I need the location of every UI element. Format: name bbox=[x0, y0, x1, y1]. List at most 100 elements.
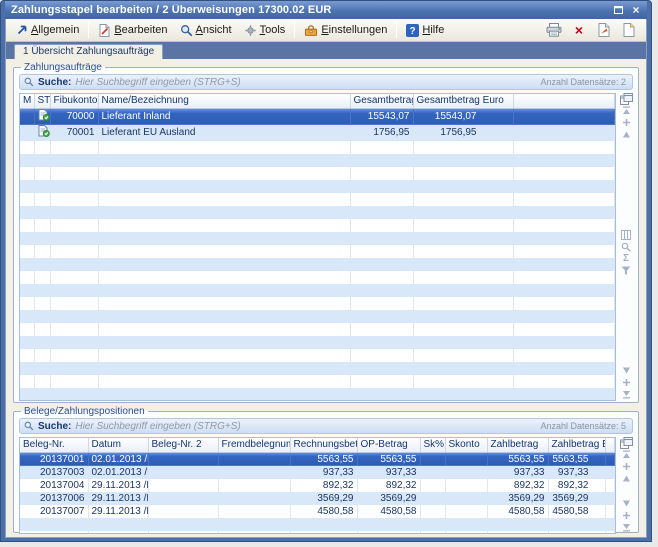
sum-button[interactable]: Σ bbox=[621, 254, 632, 263]
cell bbox=[413, 336, 513, 349]
table-row[interactable]: 2013700629.11.2013 /Fr3569,293569,293569… bbox=[20, 492, 615, 505]
go-next-button[interactable] bbox=[621, 366, 632, 375]
go-previous-button[interactable] bbox=[621, 474, 632, 483]
column-header[interactable]: Sk% bbox=[420, 438, 445, 452]
table-row[interactable] bbox=[20, 362, 615, 375]
new-button[interactable] bbox=[620, 22, 638, 38]
cell bbox=[20, 206, 34, 219]
zoom-button[interactable] bbox=[621, 242, 632, 251]
insert-row-button[interactable] bbox=[621, 462, 632, 471]
cell bbox=[350, 323, 413, 336]
table-row[interactable] bbox=[20, 154, 615, 167]
insert-row-button[interactable] bbox=[621, 511, 632, 520]
search-bar-auftraege[interactable]: Suche: Anzahl Datensätze: 2 bbox=[19, 74, 633, 90]
table-row[interactable] bbox=[20, 141, 615, 154]
cell bbox=[98, 219, 350, 232]
go-first-button[interactable] bbox=[621, 450, 632, 459]
column-header[interactable]: OP-Betrag bbox=[357, 438, 420, 452]
column-header[interactable]: Name/Bezeichnung bbox=[98, 94, 350, 108]
table-row[interactable]: 70001Lieferant EU Ausland1756,951756,95 bbox=[20, 125, 615, 141]
table-row[interactable] bbox=[20, 167, 615, 180]
go-last-button[interactable] bbox=[621, 523, 632, 532]
table-row[interactable] bbox=[20, 180, 615, 193]
column-header[interactable]: Datum bbox=[88, 438, 148, 452]
column-chooser-button[interactable] bbox=[621, 94, 632, 103]
cell bbox=[34, 180, 50, 193]
column-header[interactable]: Gesamtbetrag bbox=[350, 94, 413, 108]
menu-hilfe[interactable]: ?Hilfe bbox=[400, 21, 450, 40]
table-row[interactable] bbox=[20, 323, 615, 336]
cell: 20137003 bbox=[20, 466, 88, 479]
cell bbox=[98, 167, 350, 180]
print-button[interactable] bbox=[545, 22, 563, 38]
menu-einstellungen[interactable]: Einstellungen bbox=[298, 21, 393, 40]
search-input-auftraege[interactable] bbox=[75, 77, 536, 88]
table-row[interactable] bbox=[20, 518, 615, 531]
search-bar-positionen[interactable]: Suche: Anzahl Datensätze: 5 bbox=[19, 418, 633, 434]
cell bbox=[20, 271, 34, 284]
column-header[interactable]: Zahlbetrag bbox=[487, 438, 548, 452]
menu-ansicht[interactable]: Ansicht bbox=[174, 21, 238, 40]
table-row[interactable] bbox=[20, 219, 615, 232]
menu-allgemein[interactable]: Allgemein bbox=[10, 21, 85, 39]
table-row[interactable] bbox=[20, 284, 615, 297]
menu-tools[interactable]: Tools bbox=[238, 21, 292, 40]
tab-uebersicht-zahlungsauftraege[interactable]: 1 Übersicht Zahlungsaufträge bbox=[14, 44, 163, 59]
table-row[interactable] bbox=[20, 375, 615, 388]
column-header[interactable]: Beleg-Nr. bbox=[20, 438, 88, 452]
table-row[interactable]: 2013700729.11.2013 /Fr4580,584580,584580… bbox=[20, 505, 615, 518]
column-header[interactable]: Gesamtbetrag Euro bbox=[413, 94, 513, 108]
go-previous-button[interactable] bbox=[621, 130, 632, 139]
insert-row-button[interactable] bbox=[621, 118, 632, 127]
column-header[interactable]: Rechnungsbetrag bbox=[290, 438, 357, 452]
table-row[interactable]: 2013700102.01.2013 /Mi5563,555563,555563… bbox=[20, 452, 615, 466]
cell bbox=[445, 531, 487, 535]
cell bbox=[148, 518, 218, 531]
column-header[interactable]: Zahlbetrag Euro bbox=[548, 438, 605, 452]
table-row[interactable] bbox=[20, 401, 615, 402]
export-button[interactable] bbox=[595, 22, 613, 38]
column-header[interactable]: Skonto bbox=[445, 438, 487, 452]
table-row[interactable] bbox=[20, 310, 615, 323]
table-row[interactable] bbox=[20, 349, 615, 362]
column-header[interactable]: Fremdbelegnummer bbox=[218, 438, 290, 452]
cell: 5563,55 bbox=[487, 452, 548, 466]
table-row[interactable]: 70000Lieferant Inland15543,0715543,07 bbox=[20, 108, 615, 125]
cell bbox=[148, 466, 218, 479]
table-row[interactable] bbox=[20, 271, 615, 284]
column-header[interactable]: Fibukonto bbox=[50, 94, 98, 108]
filter-button[interactable] bbox=[621, 266, 632, 275]
table-row[interactable] bbox=[20, 297, 615, 310]
table-row[interactable] bbox=[20, 388, 615, 401]
cell-filler bbox=[513, 258, 615, 271]
table-row[interactable]: 2013700302.01.2013 /Mi937,33937,33937,33… bbox=[20, 466, 615, 479]
table-row[interactable] bbox=[20, 336, 615, 349]
cell bbox=[350, 154, 413, 167]
table-row[interactable] bbox=[20, 531, 615, 535]
table-row[interactable] bbox=[20, 232, 615, 245]
go-next-button[interactable] bbox=[621, 499, 632, 508]
maximize-button[interactable] bbox=[610, 3, 626, 17]
column-header[interactable]: Beleg-Nr. 2 bbox=[148, 438, 218, 452]
search-input-positionen[interactable] bbox=[75, 421, 536, 432]
cell bbox=[34, 401, 50, 402]
column-chooser-button[interactable] bbox=[621, 438, 632, 447]
document-check-icon bbox=[38, 109, 50, 121]
delete-button[interactable]: × bbox=[570, 22, 588, 38]
title-bar: Zahlungsstapel bearbeiten / 2 Überweisun… bbox=[5, 1, 647, 19]
table-row[interactable] bbox=[20, 193, 615, 206]
table-row[interactable]: 2013700429.11.2013 /Fr892,32892,32892,32… bbox=[20, 479, 615, 492]
grid-view-button[interactable] bbox=[621, 230, 632, 239]
column-header[interactable]: M bbox=[20, 94, 34, 108]
table-row[interactable] bbox=[20, 245, 615, 258]
cell bbox=[445, 505, 487, 518]
cell bbox=[20, 193, 34, 206]
go-first-button[interactable] bbox=[621, 106, 632, 115]
insert-row-button[interactable] bbox=[621, 378, 632, 387]
menu-bearbeiten[interactable]: Bearbeiten bbox=[92, 21, 173, 40]
close-button[interactable]: × bbox=[628, 3, 644, 17]
table-row[interactable] bbox=[20, 258, 615, 271]
column-header[interactable]: ST bbox=[34, 94, 50, 108]
go-last-button[interactable] bbox=[621, 390, 632, 399]
table-row[interactable] bbox=[20, 206, 615, 219]
